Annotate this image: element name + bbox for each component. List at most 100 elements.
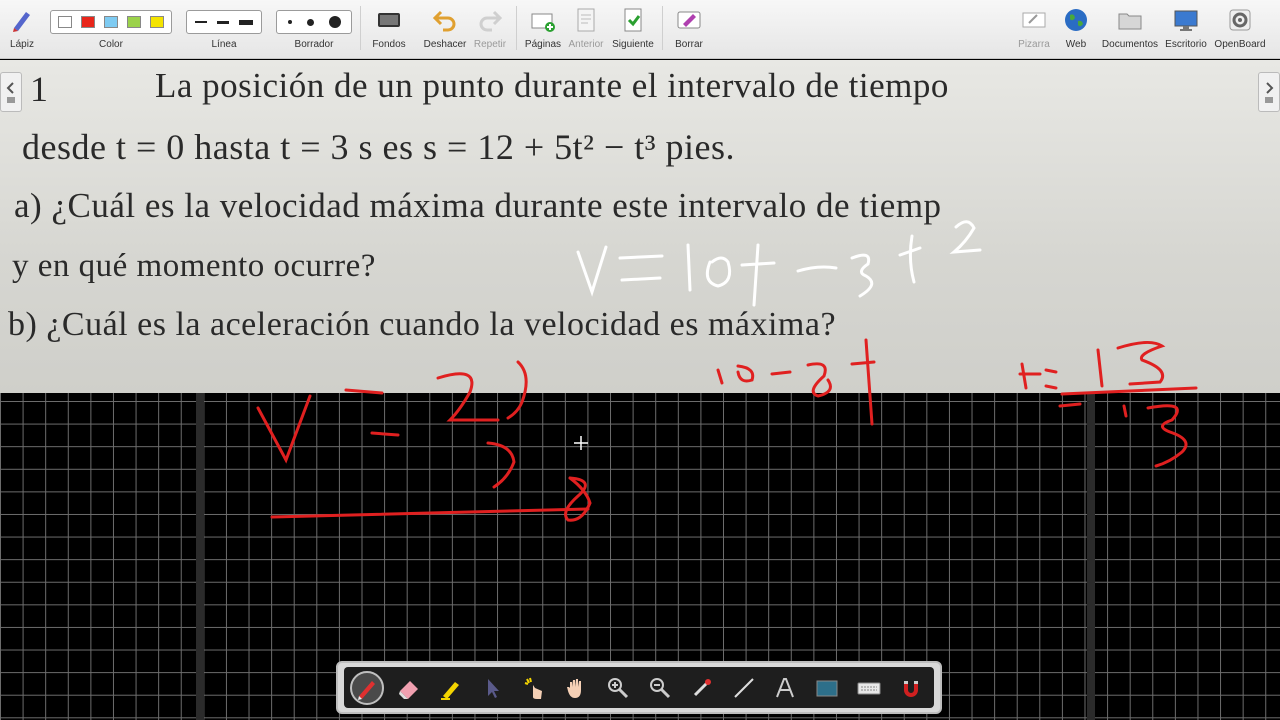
pencil-label: Lápiz	[10, 39, 34, 50]
toolbar-separator	[516, 6, 517, 50]
next-page-icon	[624, 8, 642, 32]
openboard-menu-button[interactable]: OpenBoard	[1212, 4, 1268, 54]
right-sidebar-toggle[interactable]	[1258, 72, 1280, 112]
backgrounds-label: Fondos	[372, 39, 406, 50]
color-picker[interactable]: Color	[50, 4, 172, 54]
documents-mode-button[interactable]: Documentos	[1100, 4, 1160, 54]
eraser-large-option[interactable]	[328, 16, 341, 28]
add-page-icon	[531, 13, 555, 32]
clear-button[interactable]: Borrar	[668, 4, 710, 54]
magnet-tool-button[interactable]	[894, 671, 928, 705]
eraser-size-picker[interactable]: Borrador	[276, 4, 352, 54]
text-icon	[776, 677, 795, 697]
document-line-2: desde t = 0 hasta t = 3 s es s = 12 + 5t…	[22, 127, 736, 167]
line-width-picker[interactable]: Línea	[186, 4, 262, 54]
color-swatch-red[interactable]	[81, 16, 96, 28]
eraser-small-option[interactable]	[287, 20, 292, 24]
capture-tool-button[interactable]	[810, 671, 844, 705]
document-image: 1 La posición de un punto durante el int…	[0, 60, 1280, 393]
toolbar-separator	[360, 6, 361, 50]
interact-tool-button[interactable]	[517, 671, 551, 705]
undo-icon	[432, 10, 456, 32]
hand-tool-button[interactable]	[559, 671, 593, 705]
line-icon	[733, 677, 754, 698]
keyboard-icon	[857, 682, 881, 694]
pages-label: Páginas	[524, 39, 562, 50]
color-swatch-green[interactable]	[126, 16, 141, 28]
line-widths	[186, 10, 262, 34]
chevron-left-icon	[6, 82, 15, 103]
document-line-1: La posición de un punto durante el inter…	[155, 66, 949, 105]
line-label: Línea	[211, 39, 237, 50]
stylus-palette	[336, 661, 942, 714]
line-thin-option[interactable]	[195, 21, 207, 23]
color-swatch-blue[interactable]	[103, 16, 118, 28]
document-line-3: a) ¿Cuál es la velocidad máxima durante …	[14, 186, 942, 225]
pencil-tool[interactable]: Lápiz	[2, 4, 42, 54]
ruler-line-right	[1087, 393, 1095, 720]
next-page-button[interactable]: Siguiente	[610, 4, 656, 54]
laser-pointer-tool-button[interactable]	[685, 671, 719, 705]
line-thick-option[interactable]	[239, 19, 253, 25]
line-tool-button[interactable]	[727, 671, 761, 705]
board-label: Pizarra	[1018, 39, 1050, 50]
pages-button[interactable]: Páginas	[522, 4, 564, 54]
ruler-line-left	[196, 393, 204, 720]
select-tool-button[interactable]	[476, 671, 510, 705]
board-mode-button[interactable]: Pizarra	[1014, 4, 1054, 54]
background-icon	[816, 680, 838, 696]
zoom-in-icon	[608, 677, 629, 698]
document-line-4: y en qué momento ocurre?	[12, 248, 376, 284]
color-swatch-yellow[interactable]	[149, 16, 164, 28]
pointer-icon	[487, 678, 499, 698]
highlighter-tool-button[interactable]	[434, 671, 468, 705]
zoom-in-tool-button[interactable]	[601, 671, 635, 705]
keyboard-tool-button[interactable]	[852, 671, 886, 705]
pen-tool-button[interactable]	[350, 670, 384, 705]
clear-label: Borrar	[675, 39, 703, 50]
line-medium-option[interactable]	[217, 20, 229, 24]
laser-icon	[525, 677, 543, 699]
chevron-right-icon	[1265, 82, 1274, 103]
zoom-out-icon	[649, 677, 670, 698]
undo-label: Deshacer	[423, 39, 467, 50]
zoom-out-tool-button[interactable]	[643, 671, 677, 705]
document-line-5: b) ¿Cuál es la aceleración cuando la vel…	[8, 306, 837, 343]
color-swatch-white[interactable]	[58, 16, 73, 28]
previous-page-button[interactable]: Anterior	[566, 4, 606, 54]
magnet-icon	[903, 680, 918, 697]
color-label: Color	[99, 39, 123, 50]
pen-icon	[358, 680, 375, 700]
backgrounds-button[interactable]: Fondos	[366, 4, 412, 54]
clear-board-icon	[677, 11, 701, 29]
text-tool-button[interactable]	[768, 671, 802, 705]
web-label: Web	[1065, 39, 1087, 50]
board-icon	[1022, 12, 1046, 28]
desktop-mode-button[interactable]: Escritorio	[1162, 4, 1210, 54]
undo-button[interactable]: Deshacer	[420, 4, 470, 54]
eraser-icon	[398, 680, 418, 699]
eraser-medium-option[interactable]	[306, 18, 314, 26]
hand-icon	[567, 678, 582, 698]
pencil-icon	[13, 12, 30, 32]
next-label: Siguiente	[612, 39, 654, 50]
previous-page-icon	[577, 8, 595, 32]
highlighter-icon	[440, 681, 459, 700]
redo-button[interactable]: Repetir	[470, 4, 510, 54]
documents-label: Documentos	[1101, 39, 1159, 50]
main-toolbar: Lápiz Color Línea Borrador Fondos Deshac…	[0, 0, 1280, 59]
gear-icon	[1229, 9, 1251, 31]
left-sidebar-toggle[interactable]	[0, 72, 22, 112]
keyboard-grid-icon	[378, 13, 400, 27]
globe-icon	[1065, 9, 1087, 31]
redo-label: Repetir	[473, 39, 507, 50]
capture-icon	[693, 678, 711, 696]
color-swatches	[50, 10, 172, 34]
eraser-sizes	[276, 10, 352, 34]
desktop-label: Escritorio	[1165, 39, 1207, 50]
web-mode-button[interactable]: Web	[1058, 4, 1094, 54]
eraser-label: Borrador	[294, 39, 334, 50]
eraser-tool-button[interactable]	[392, 671, 426, 705]
redo-icon	[479, 10, 503, 32]
toolbar-separator	[662, 6, 663, 50]
